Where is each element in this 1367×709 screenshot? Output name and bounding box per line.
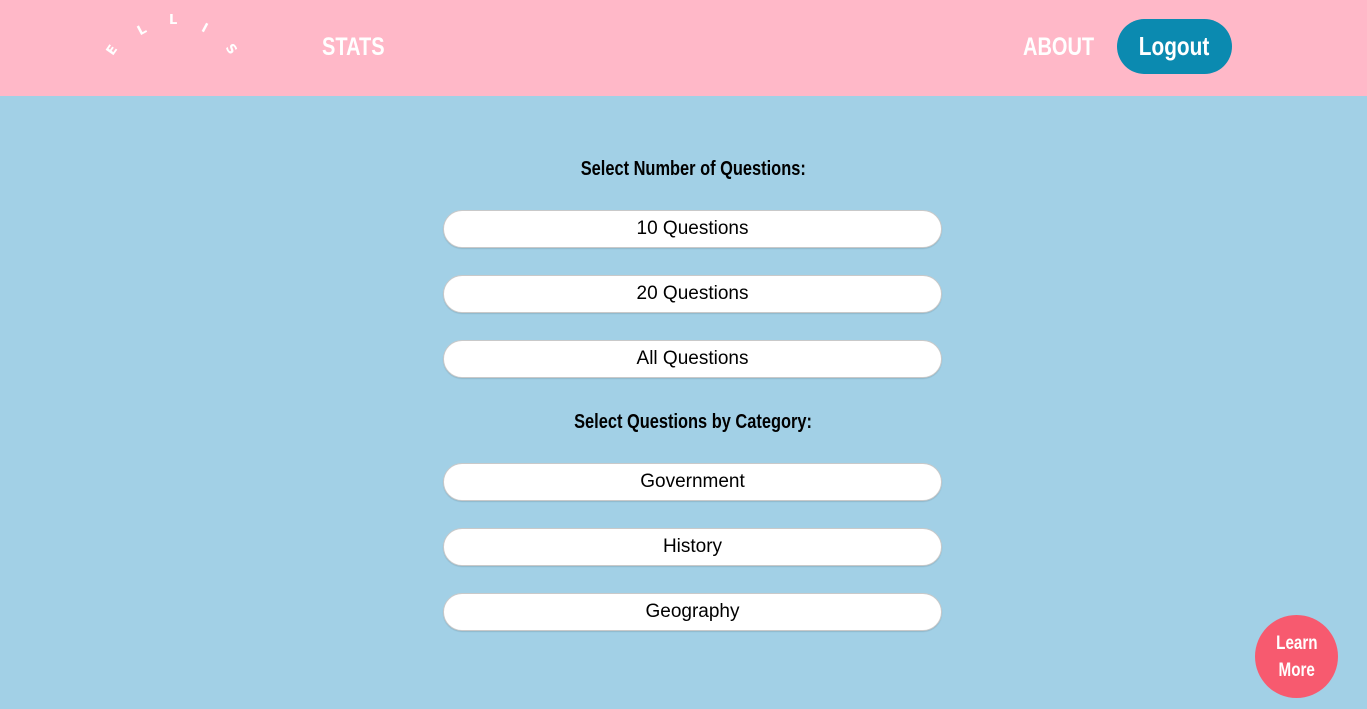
nav-stats-link[interactable]: STATS [322, 30, 385, 64]
logout-button-label: Logout [1139, 31, 1210, 61]
logo-letter: L [169, 13, 178, 28]
top-navbar: E L L I S STATS ABOUT Logout [0, 0, 1367, 96]
learn-more-line-1: Learn [1275, 632, 1318, 654]
logo-letter: I [198, 20, 211, 37]
ten-questions-button[interactable]: 10 Questions [443, 210, 942, 248]
all-questions-button[interactable]: All Questions [443, 340, 942, 378]
category-government-button[interactable]: Government [443, 463, 942, 501]
logo-letter: E [103, 42, 122, 59]
nav-about-link[interactable]: ABOUT [1023, 30, 1094, 64]
twenty-questions-button[interactable]: 20 Questions [443, 275, 942, 313]
logout-button[interactable]: Logout [1117, 19, 1232, 74]
category-geography-button[interactable]: Geography [443, 593, 942, 631]
question-count-heading: Select Number of Questions: [0, 156, 1367, 182]
question-count-heading-text: Select Number of Questions: [580, 158, 807, 180]
logo-letter: L [134, 21, 150, 40]
category-heading: Select Questions by Category: [0, 409, 1367, 435]
learn-more-button[interactable]: Learn More [1255, 615, 1338, 698]
ellis-logo[interactable]: E L L I S [100, 8, 248, 68]
learn-more-line-2: More [1278, 659, 1315, 681]
logo-letter: S [221, 41, 240, 58]
category-heading-text: Select Questions by Category: [574, 411, 813, 433]
category-history-button[interactable]: History [443, 528, 942, 566]
